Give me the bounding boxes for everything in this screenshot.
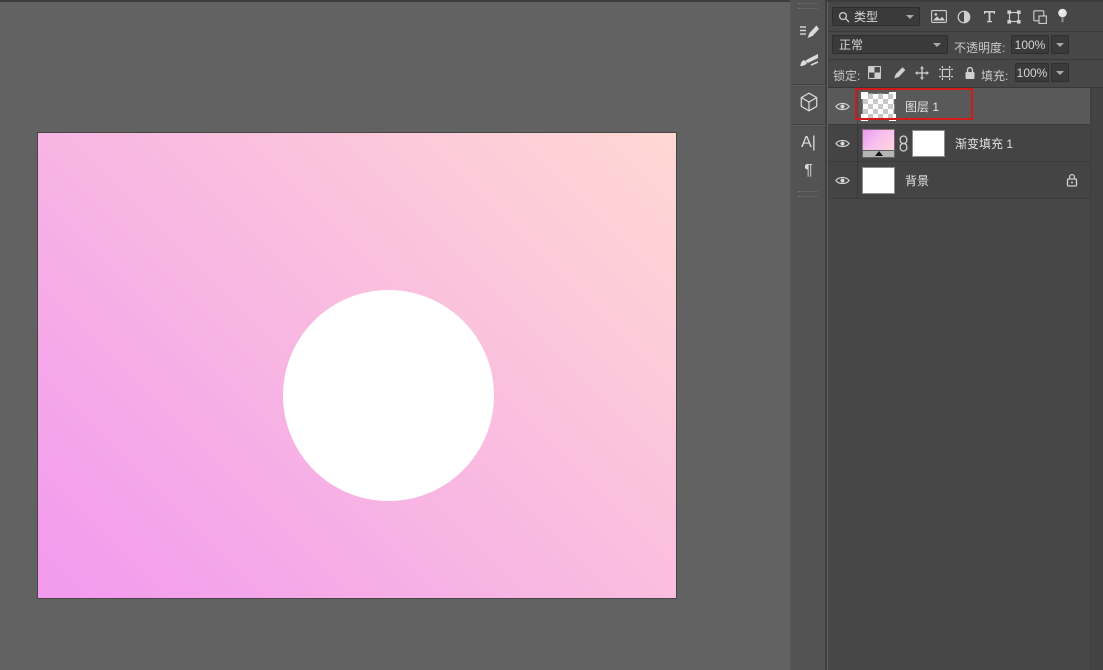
layer-mask-thumbnail[interactable] [912, 130, 945, 157]
fill-dropdown-button[interactable] [1051, 63, 1069, 82]
layer-thumbnail-white[interactable] [862, 167, 895, 194]
3d-panel-icon[interactable] [791, 88, 826, 116]
paragraph-panel-glyph: ¶ [804, 163, 813, 179]
eye-icon [835, 175, 850, 186]
brush-settings-icon[interactable] [791, 18, 826, 46]
canvas-pasteboard[interactable] [0, 2, 789, 670]
search-icon [838, 8, 850, 25]
visibility-toggle[interactable] [828, 88, 858, 124]
paragraph-panel-icon[interactable]: ¶ [791, 157, 826, 185]
gradient-swatch [862, 129, 895, 150]
opacity-value: 100% [1015, 38, 1046, 52]
layer-filter-type-select[interactable]: 类型 [832, 7, 920, 26]
opacity-label: 不透明度: [954, 39, 1005, 56]
lock-buttons [866, 64, 978, 81]
character-panel-icon[interactable]: A| [791, 129, 826, 157]
canvas-document[interactable] [38, 133, 676, 598]
panel-dock-strip: A| ¶ [790, 0, 827, 670]
gradient-fill-thumbnail[interactable] [862, 129, 895, 158]
lock-artboard-icon[interactable] [937, 64, 954, 81]
chevron-down-icon [1056, 71, 1064, 75]
lock-pixels-icon[interactable] [890, 64, 907, 81]
layer-thumbnail-transparent[interactable] [862, 93, 895, 120]
layer-row-background[interactable]: 背景 [828, 162, 1090, 199]
mask-link-icon[interactable] [898, 135, 908, 152]
selection-corner [889, 92, 896, 99]
layer-row-layer1[interactable]: 图层 1 [828, 88, 1090, 125]
lock-all-icon[interactable] [961, 64, 978, 81]
gradient-stop-icon [875, 151, 883, 156]
eye-icon [835, 138, 850, 149]
layer-filter-type-label: 类型 [854, 8, 878, 25]
gradient-slider-bar [862, 150, 895, 158]
dock-grip-handle[interactable] [798, 3, 818, 9]
panel-scroll-gutter[interactable] [1090, 88, 1103, 670]
image-filter-icon[interactable] [930, 8, 947, 25]
smart-object-filter-icon[interactable] [1031, 8, 1048, 25]
brush-presets-icon[interactable] [791, 47, 826, 75]
selection-corner [889, 114, 896, 121]
visibility-toggle[interactable] [828, 162, 858, 198]
selection-corner [861, 114, 868, 121]
white-circle-graphic [283, 290, 494, 501]
visibility-toggle[interactable] [828, 125, 858, 161]
type-filter-icon[interactable] [981, 8, 998, 25]
layer-row-gradient-fill[interactable]: 渐变填充 1 [828, 125, 1090, 162]
panel-divider [828, 31, 1103, 32]
fill-label: 填充: [981, 67, 1008, 84]
eye-icon [835, 101, 850, 112]
lock-transparency-icon[interactable] [866, 64, 883, 81]
dock-grip-handle[interactable] [798, 191, 818, 197]
blend-mode-select[interactable]: 正常 [832, 35, 948, 54]
layer-name[interactable]: 图层 1 [905, 98, 939, 115]
dock-separator [791, 124, 826, 125]
layer-filter-buttons [930, 7, 1048, 26]
layer-name[interactable]: 渐变填充 1 [955, 135, 1013, 152]
lock-label: 锁定: [833, 67, 860, 84]
layers-list: 图层 1 渐变填充 1 [828, 88, 1090, 199]
fill-value: 100% [1017, 66, 1048, 80]
chevron-down-icon [933, 43, 941, 47]
opacity-dropdown-button[interactable] [1051, 35, 1069, 54]
background-lock-icon[interactable] [1066, 173, 1078, 187]
fill-value-field[interactable]: 100% [1015, 63, 1049, 82]
filter-toggle-pin-icon[interactable] [1055, 5, 1069, 27]
chevron-down-icon [906, 15, 914, 19]
layers-panel: 类型 [828, 2, 1103, 670]
opacity-value-field[interactable]: 100% [1011, 35, 1049, 54]
lock-position-icon[interactable] [914, 64, 931, 81]
adjustment-filter-icon[interactable] [955, 8, 972, 25]
blend-mode-value: 正常 [839, 36, 863, 53]
shape-filter-icon[interactable] [1006, 8, 1023, 25]
selection-corner [861, 92, 868, 99]
chevron-down-icon [1056, 43, 1064, 47]
panel-divider [828, 59, 1103, 60]
layer-name[interactable]: 背景 [905, 172, 929, 189]
dock-separator [791, 84, 826, 85]
photoshop-window: { "colors": { "pasteboard": "#626262", "… [0, 0, 1103, 670]
character-panel-glyph: A| [801, 135, 816, 151]
